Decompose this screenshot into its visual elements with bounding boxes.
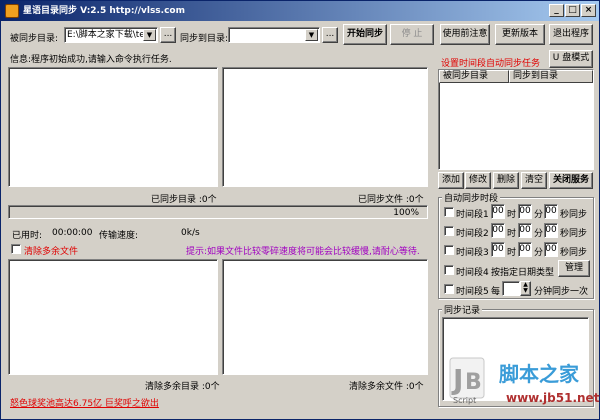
slot3-label: 时间段3: [456, 248, 489, 258]
col-target-header[interactable]: 同步到目录: [509, 70, 593, 83]
slot3-second[interactable]: 00: [544, 242, 558, 257]
app-icon: [5, 4, 19, 18]
slot1-minute-unit: 分: [534, 210, 544, 220]
slot1-checkbox[interactable]: [444, 207, 454, 217]
chevron-down-icon[interactable]: ▼: [305, 29, 318, 41]
slot4-desc: 按指定日期类型: [491, 268, 555, 278]
manage-button[interactable]: 管理: [558, 260, 590, 277]
slot1-second-unit: 秒同步: [560, 210, 588, 220]
slot2-label: 时间段2: [456, 229, 489, 239]
window-title: 星语目录同步 V:2.5 http://vlss.com: [23, 6, 185, 16]
source-dir-value: E:\脚本之家下载\tes: [67, 30, 150, 40]
auto-sync-group-title: 自动同步时段: [442, 191, 501, 204]
slot5-interval-input[interactable]: [502, 281, 520, 296]
slot1-minute[interactable]: 00: [518, 204, 532, 219]
svg-text:J: J: [451, 363, 463, 396]
progress-bar: 100%: [8, 205, 428, 219]
slot3-minute[interactable]: 00: [518, 242, 532, 257]
slot5-checkbox[interactable]: [444, 284, 454, 294]
schedule-title: 设置时间段自动同步任务: [441, 59, 541, 69]
svg-text:B: B: [465, 370, 482, 395]
elapsed-label: 已用时:: [12, 231, 43, 241]
cleared-files-pane[interactable]: [222, 259, 428, 375]
update-button[interactable]: 更新版本: [495, 24, 545, 45]
target-dir-combo[interactable]: ▼: [228, 27, 320, 43]
slot3-minute-unit: 分: [534, 248, 544, 258]
close-button[interactable]: ×: [581, 4, 596, 17]
slot3-hour-unit: 时: [507, 248, 517, 258]
source-dir-combo[interactable]: E:\脚本之家下载\tes ▼: [64, 27, 158, 43]
target-dir-label: 同步到目录:: [180, 34, 229, 44]
cleared-files-count: 清除多余文件 :0个: [349, 382, 424, 392]
slot3-checkbox[interactable]: [444, 245, 454, 255]
slot4-label: 时间段4: [456, 268, 489, 278]
slot1-label: 时间段1: [456, 210, 489, 220]
title-bar[interactable]: 星语目录同步 V:2.5 http://vlss.com _ □ ×: [1, 1, 599, 21]
delete-button[interactable]: 删除: [493, 172, 519, 189]
slot2-checkbox[interactable]: [444, 226, 454, 236]
notes-button[interactable]: 使用前注意: [440, 24, 490, 45]
close-service-button[interactable]: 关闭服务: [549, 172, 593, 189]
slot2-hour-unit: 时: [507, 229, 517, 239]
slot3-hour[interactable]: 00: [491, 242, 505, 257]
maximize-button[interactable]: □: [565, 4, 580, 17]
source-dir-label: 被同步目录:: [10, 34, 59, 44]
clear-extra-label: 清除多余文件: [24, 247, 79, 257]
clear-button[interactable]: 清空: [521, 172, 547, 189]
task-list[interactable]: 被同步目录 同步到目录: [438, 69, 594, 170]
progress-percent: 100%: [393, 208, 419, 218]
clear-extra-checkbox[interactable]: [11, 244, 21, 254]
slot5-spinner[interactable]: ▲ ▼: [520, 281, 531, 296]
slot1-hour-unit: 时: [507, 210, 517, 220]
stop-button[interactable]: 停 止: [390, 24, 434, 45]
browse-target-button[interactable]: ...: [322, 27, 338, 43]
browse-source-button[interactable]: ...: [160, 27, 176, 43]
synced-dirs-count: 已同步目录 :0个: [151, 195, 217, 205]
watermark-script: Script: [453, 396, 477, 405]
target-pane[interactable]: [222, 67, 428, 187]
slot3-second-unit: 秒同步: [560, 248, 588, 258]
slot2-second-unit: 秒同步: [560, 229, 588, 239]
watermark-url: www.jb51.net: [506, 391, 600, 405]
sync-log-title: 同步记录: [442, 303, 483, 316]
info-message: 信息:程序初始成功,请输入命令执行任务.: [10, 55, 172, 65]
slot2-minute-unit: 分: [534, 229, 544, 239]
slot5-label: 时间段5: [456, 287, 489, 297]
main-window: 星语目录同步 V:2.5 http://vlss.com _ □ × 被同步目录…: [0, 0, 600, 420]
cleared-dirs-pane[interactable]: [8, 259, 218, 375]
minimize-button[interactable]: _: [549, 4, 564, 17]
edit-button[interactable]: 修改: [465, 172, 491, 189]
usb-mode-button[interactable]: U 盘模式: [549, 50, 593, 68]
col-source-header[interactable]: 被同步目录: [439, 70, 509, 83]
start-sync-button[interactable]: 开始同步: [343, 24, 387, 45]
slot1-second[interactable]: 00: [544, 204, 558, 219]
slot2-hour[interactable]: 00: [491, 223, 505, 238]
chevron-down-icon[interactable]: ▼: [143, 29, 156, 41]
slot2-second[interactable]: 00: [544, 223, 558, 238]
promo-link[interactable]: 怒色球奖池高达6.75亿 巨奖呼之欲出: [10, 396, 159, 409]
elapsed-value: 00:00:00: [52, 228, 93, 238]
slot5-every: 每: [491, 287, 501, 297]
add-button[interactable]: 添加: [438, 172, 464, 189]
cleared-dirs-count: 清除多余目录 :0个: [145, 382, 220, 392]
slot2-minute[interactable]: 00: [518, 223, 532, 238]
speed-value: 0k/s: [181, 228, 200, 238]
speed-label: 传输速度:: [99, 231, 139, 241]
exit-button[interactable]: 退出程序: [549, 24, 593, 45]
watermark-text: 脚本之家: [499, 362, 579, 386]
source-pane[interactable]: [8, 67, 218, 187]
synced-files-count: 已同步文件 :0个: [358, 195, 424, 205]
slot5-desc: 分钟同步一次: [534, 287, 589, 297]
slot1-hour[interactable]: 00: [491, 204, 505, 219]
hint-text: 提示:如果文件比较零碎速度将可能会比较缓慢,请耐心等待.: [186, 247, 420, 257]
slot4-checkbox[interactable]: [444, 265, 454, 275]
